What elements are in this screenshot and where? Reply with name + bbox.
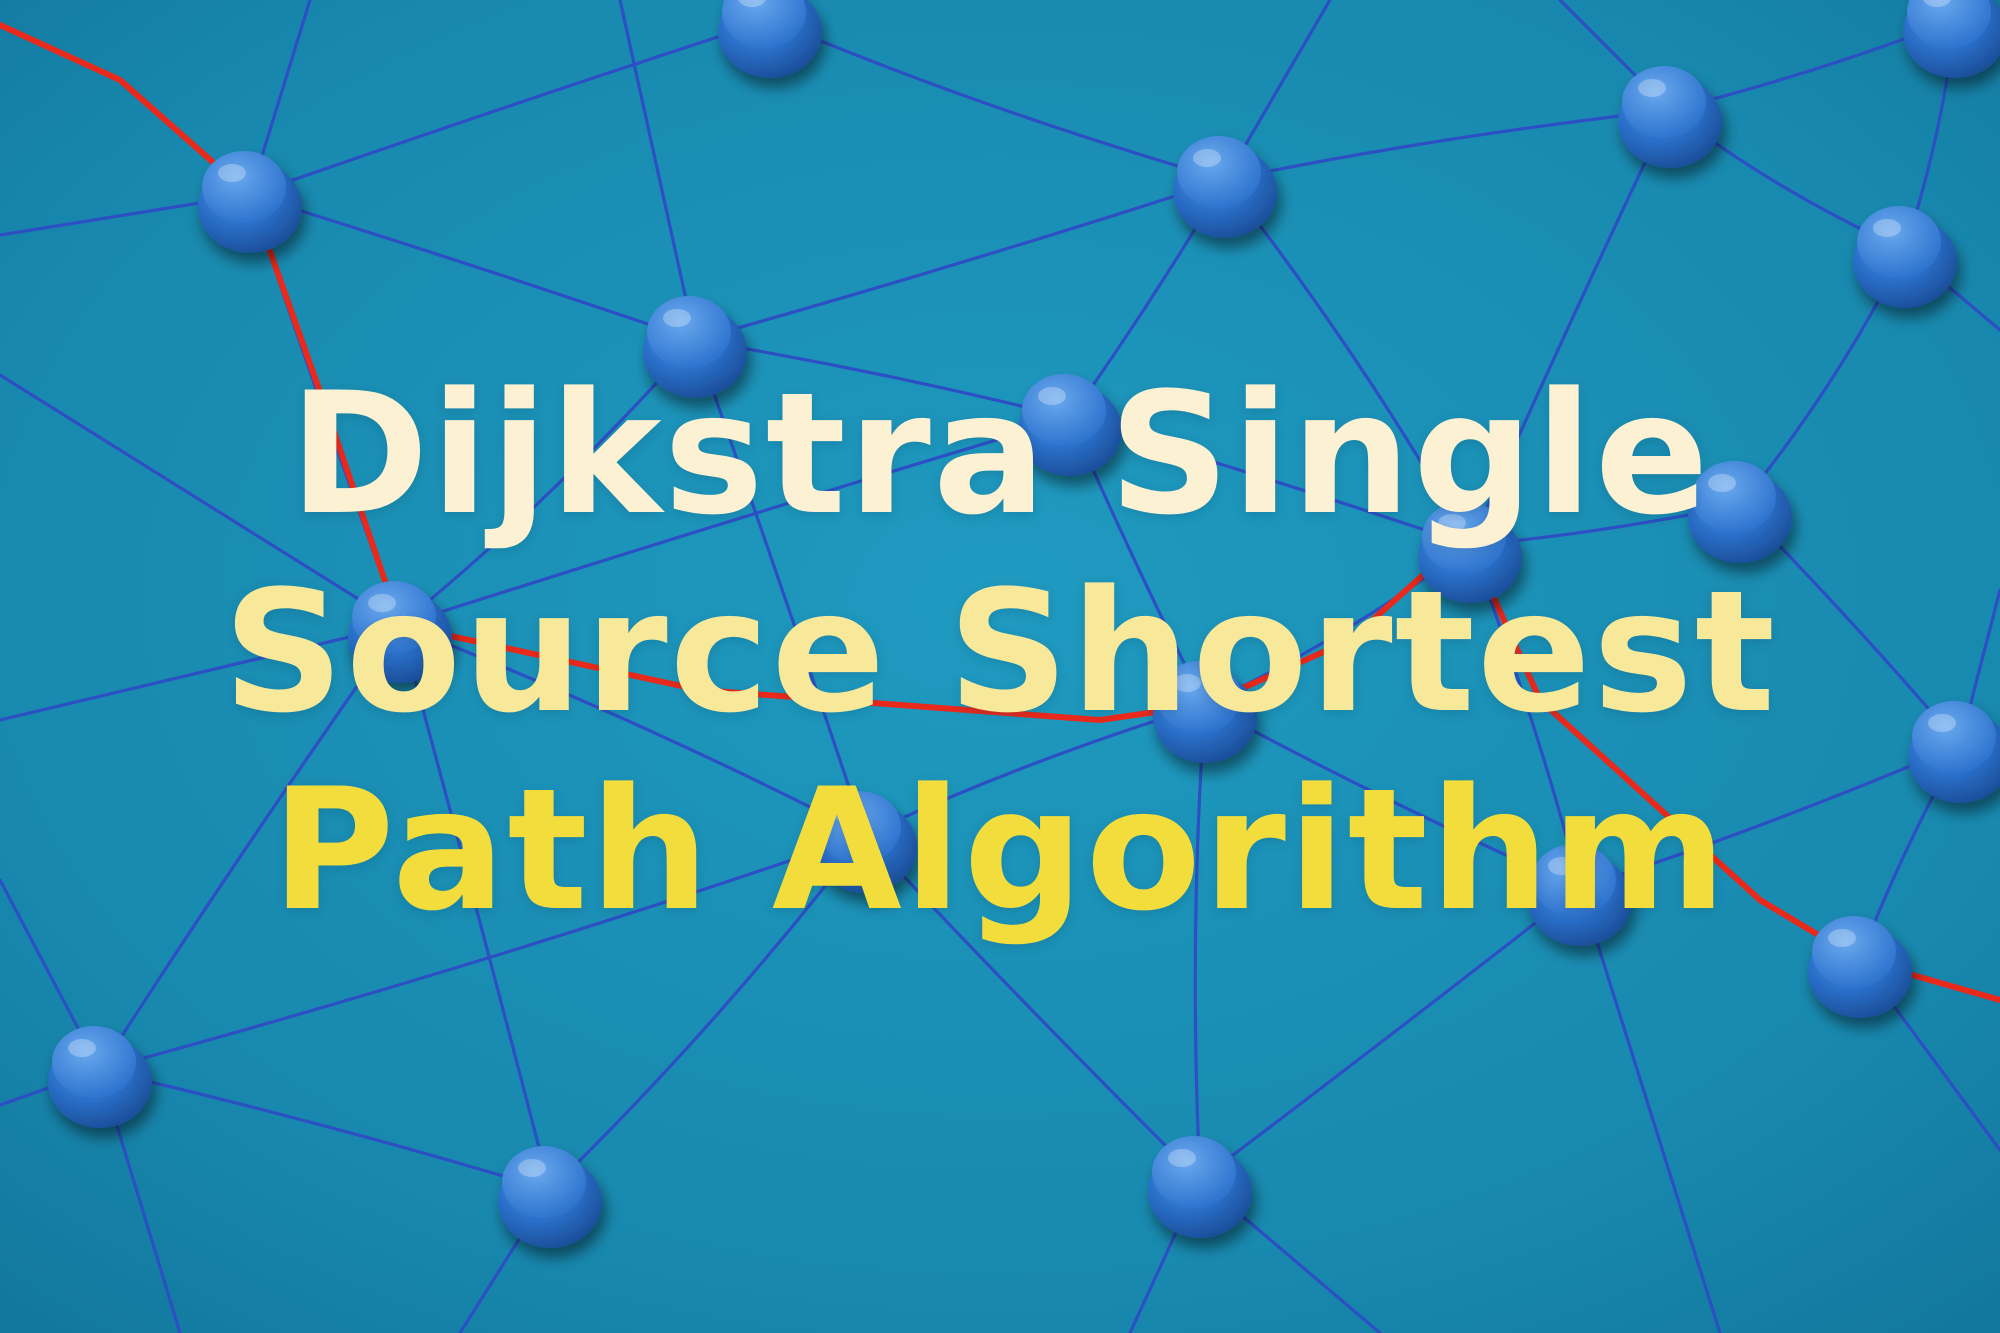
push-pin [1908, 701, 2000, 803]
thumbnail-image: Dijkstra Single Source Shortest Path Alg… [0, 0, 2000, 1333]
pin-network-illustration [0, 0, 2000, 1333]
